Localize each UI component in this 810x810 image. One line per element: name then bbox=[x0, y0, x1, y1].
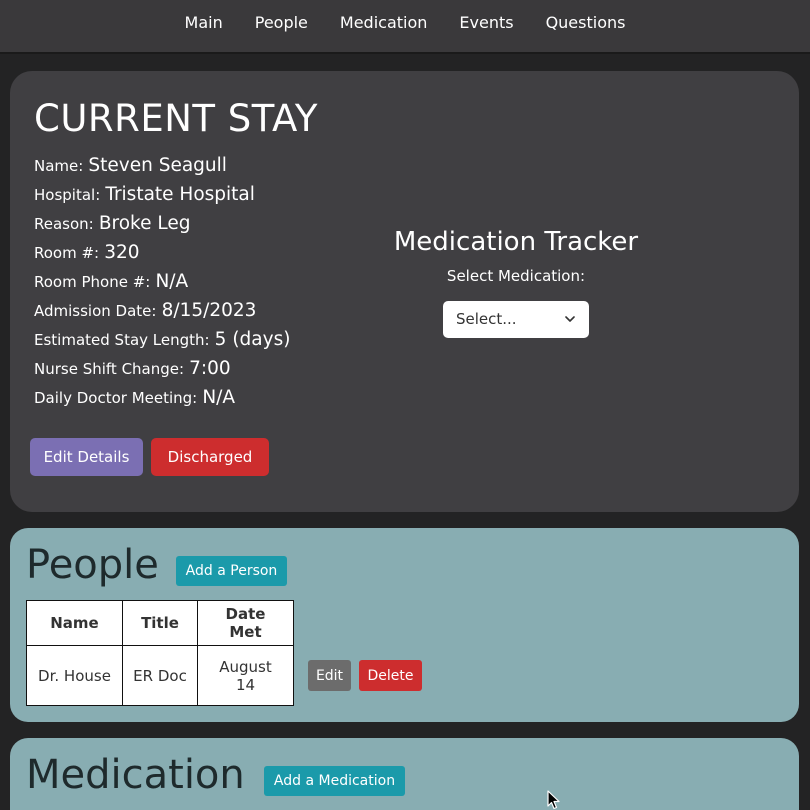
medication-title: Medication bbox=[26, 752, 245, 798]
table-row: Dr. House ER Doc August 14 bbox=[26, 645, 294, 706]
detail-value: 5 (days) bbox=[214, 329, 291, 350]
edit-person-button[interactable]: Edit bbox=[308, 660, 351, 691]
detail-room-phone: Room Phone #: N/A bbox=[34, 267, 364, 296]
detail-value: N/A bbox=[202, 387, 236, 408]
detail-label: Admission Date: bbox=[34, 302, 157, 320]
detail-label: Nurse Shift Change: bbox=[34, 360, 185, 378]
medication-card: Medication Add a Medication bbox=[10, 738, 799, 810]
current-stay-card: CURRENT STAY Name: Steven Seagull Hospit… bbox=[10, 71, 799, 512]
edit-details-button[interactable]: Edit Details bbox=[30, 438, 143, 476]
nav-medication[interactable]: Medication bbox=[324, 0, 444, 50]
people-table: Name Title Date Met Dr. House ER Doc Aug… bbox=[26, 600, 294, 706]
detail-label: Name: bbox=[34, 157, 84, 175]
nav-events[interactable]: Events bbox=[443, 0, 529, 50]
cell-date-met: August 14 bbox=[197, 645, 294, 706]
detail-value: N/A bbox=[155, 271, 189, 292]
cell-title: ER Doc bbox=[122, 645, 198, 706]
people-card: People Add a Person Name Title Date Met … bbox=[10, 528, 799, 722]
stay-details: Name: Steven Seagull Hospital: Tristate … bbox=[34, 151, 364, 412]
column-header-date-met: Date Met bbox=[197, 600, 294, 646]
delete-person-button[interactable]: Delete bbox=[359, 660, 422, 691]
detail-name: Name: Steven Seagull bbox=[34, 151, 364, 180]
detail-value: 320 bbox=[104, 242, 140, 263]
column-header-title: Title bbox=[122, 600, 198, 646]
detail-label: Reason: bbox=[34, 215, 94, 233]
add-medication-button[interactable]: Add a Medication bbox=[264, 766, 405, 796]
detail-label: Room #: bbox=[34, 244, 100, 262]
detail-label: Estimated Stay Length: bbox=[34, 331, 210, 349]
cell-name: Dr. House bbox=[26, 645, 123, 706]
detail-value: Tristate Hospital bbox=[105, 184, 255, 205]
detail-value: Broke Leg bbox=[98, 213, 191, 234]
discharged-button[interactable]: Discharged bbox=[151, 438, 269, 476]
detail-value: 8/15/2023 bbox=[161, 300, 257, 321]
detail-nurse-shift: Nurse Shift Change: 7:00 bbox=[34, 354, 364, 383]
detail-admission-date: Admission Date: 8/15/2023 bbox=[34, 296, 364, 325]
detail-label: Hospital: bbox=[34, 186, 101, 204]
nav-questions[interactable]: Questions bbox=[530, 0, 642, 50]
top-nav: Main People Medication Events Questions bbox=[0, 0, 810, 54]
medication-tracker-title: Medication Tracker bbox=[393, 227, 639, 257]
detail-label: Daily Doctor Meeting: bbox=[34, 389, 198, 407]
detail-reason: Reason: Broke Leg bbox=[34, 209, 364, 238]
detail-room: Room #: 320 bbox=[34, 238, 364, 267]
detail-label: Room Phone #: bbox=[34, 273, 151, 291]
medication-select[interactable]: Select... bbox=[443, 301, 589, 338]
detail-value: Steven Seagull bbox=[88, 155, 227, 176]
column-header-name: Name bbox=[26, 600, 123, 646]
mouse-cursor-icon bbox=[547, 790, 560, 810]
detail-doctor-meeting: Daily Doctor Meeting: N/A bbox=[34, 383, 364, 412]
medication-tracker: Medication Tracker Select Medication: Se… bbox=[382, 227, 650, 338]
current-stay-title: CURRENT STAY bbox=[34, 97, 319, 140]
people-title: People bbox=[26, 542, 159, 588]
nav-main[interactable]: Main bbox=[169, 0, 239, 50]
medication-select-value: Select... bbox=[456, 310, 517, 328]
add-person-button[interactable]: Add a Person bbox=[176, 556, 287, 586]
table-header-row: Name Title Date Met bbox=[26, 600, 294, 646]
chevron-down-icon bbox=[565, 316, 575, 322]
select-medication-label: Select Medication: bbox=[446, 267, 586, 285]
detail-stay-length: Estimated Stay Length: 5 (days) bbox=[34, 325, 364, 354]
detail-hospital: Hospital: Tristate Hospital bbox=[34, 180, 364, 209]
nav-people[interactable]: People bbox=[239, 0, 324, 50]
detail-value: 7:00 bbox=[189, 358, 231, 379]
